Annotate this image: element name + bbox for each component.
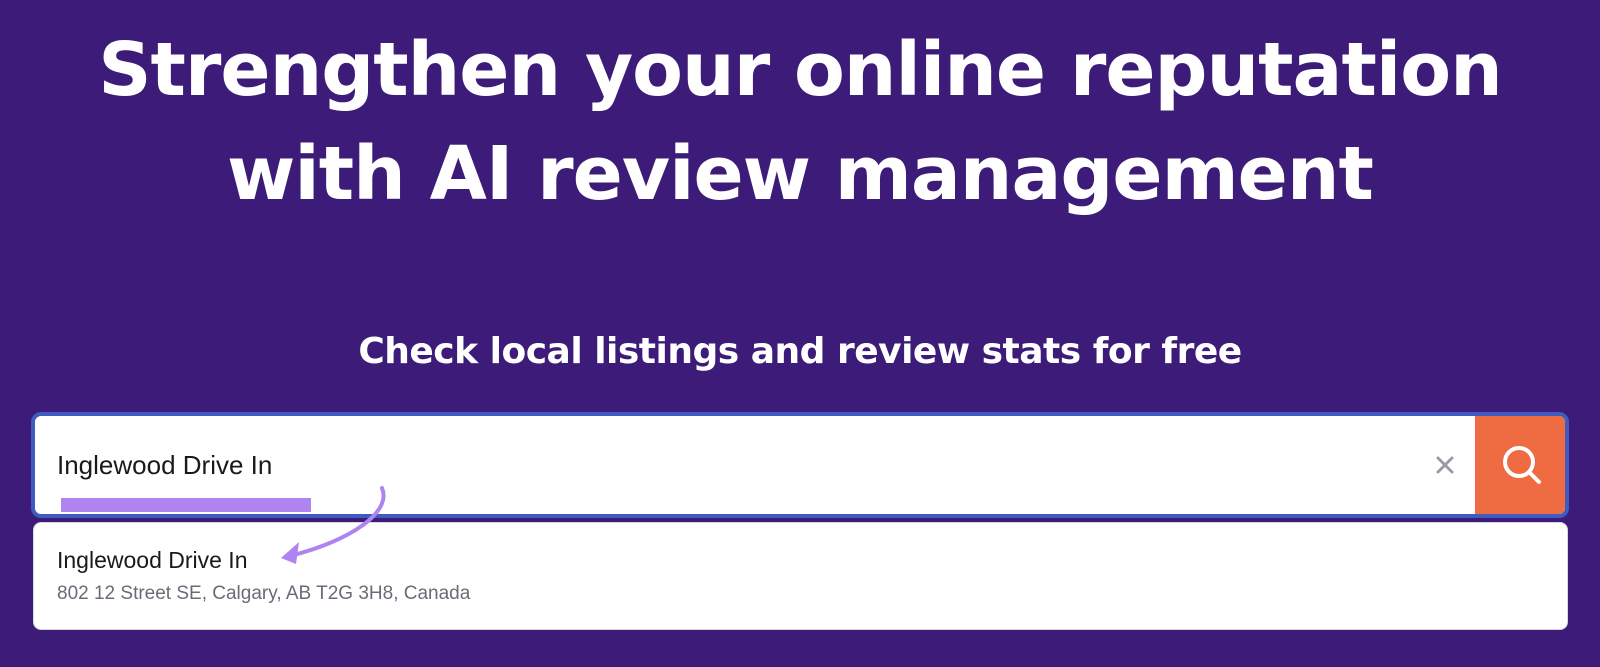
suggestion-name: Inglewood Drive In [57, 547, 248, 573]
clear-search-button[interactable] [1429, 449, 1461, 481]
headline-line-1: Strengthen your online reputation [98, 27, 1503, 113]
suggestion-address: 802 12 Street SE, Calgary, AB T2G 3H8, C… [57, 583, 471, 604]
hero-headline: Strengthen your online reputation with A… [0, 18, 1600, 226]
hero-subheadline: Check local listings and review stats fo… [358, 331, 1242, 372]
close-icon [1436, 456, 1454, 474]
suggestion-item[interactable]: Inglewood Drive In 802 12 Street SE, Cal… [34, 523, 1567, 629]
headline-line-2: with AI review management [227, 131, 1374, 217]
suggestion-dropdown: Inglewood Drive In 802 12 Street SE, Cal… [33, 522, 1568, 630]
search-icon [1503, 446, 1541, 484]
highlight-underline [61, 498, 311, 512]
search-bar [31, 412, 1569, 518]
search-button[interactable] [1475, 416, 1565, 514]
